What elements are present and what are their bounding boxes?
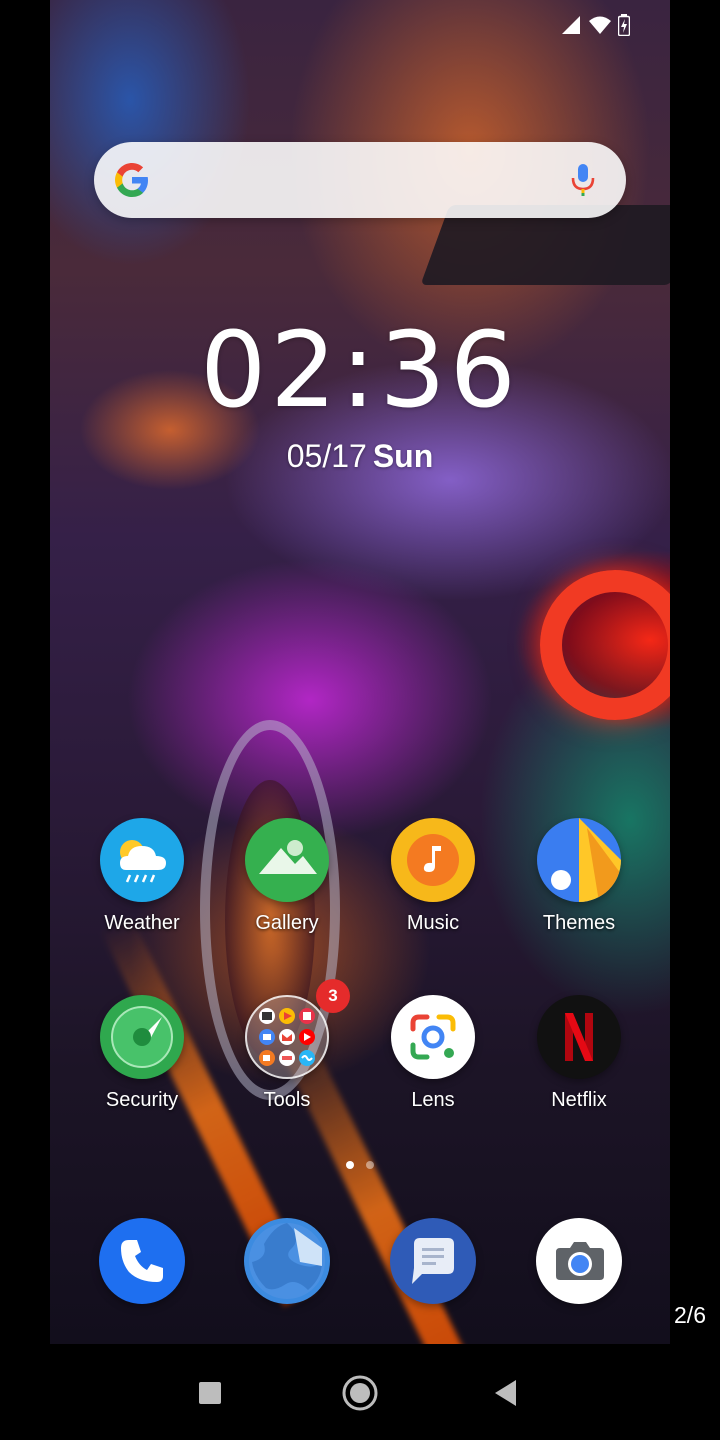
app-weather[interactable]: Weather bbox=[77, 818, 207, 935]
app-netflix[interactable]: Netflix bbox=[514, 995, 644, 1112]
app-security[interactable]: Security bbox=[77, 995, 207, 1112]
recents-button[interactable] bbox=[198, 1381, 222, 1410]
tools-folder-icon bbox=[245, 995, 329, 1079]
cell-signal-icon bbox=[562, 16, 580, 34]
app-music[interactable]: Music bbox=[368, 818, 498, 935]
camera-icon bbox=[536, 1218, 622, 1304]
weather-icon bbox=[100, 818, 184, 902]
status-bar bbox=[560, 14, 630, 36]
app-lens[interactable]: Lens bbox=[368, 995, 498, 1112]
image-counter: 2/6 bbox=[674, 1302, 706, 1328]
app-label: Weather bbox=[104, 912, 180, 934]
date-text: 05/17 bbox=[286, 438, 367, 474]
google-search-bar[interactable] bbox=[94, 142, 626, 218]
app-label: Netflix bbox=[551, 1089, 607, 1111]
google-g-icon bbox=[115, 163, 148, 197]
netflix-icon bbox=[537, 995, 621, 1079]
messages-icon bbox=[390, 1218, 476, 1304]
microphone-icon[interactable] bbox=[570, 162, 596, 198]
dock-browser[interactable] bbox=[222, 1218, 352, 1304]
app-label: Themes bbox=[542, 912, 616, 934]
music-icon bbox=[391, 818, 475, 902]
dock-phone[interactable] bbox=[77, 1218, 207, 1304]
home-circle-icon bbox=[342, 1375, 378, 1411]
square-icon bbox=[199, 1382, 221, 1404]
navigation-bar bbox=[0, 1344, 720, 1440]
page-indicator bbox=[50, 1161, 670, 1169]
clock-date[interactable]: 05/17 Sun bbox=[50, 436, 670, 476]
lens-icon bbox=[391, 995, 475, 1079]
page-dot bbox=[366, 1161, 374, 1169]
dock-camera[interactable] bbox=[514, 1218, 644, 1304]
phone-icon bbox=[99, 1218, 185, 1304]
notification-badge: 3 bbox=[316, 979, 350, 1013]
app-label: Lens bbox=[411, 1089, 455, 1111]
app-label: Tools bbox=[263, 1089, 311, 1111]
themes-icon bbox=[537, 818, 621, 902]
weekday-text: Sun bbox=[372, 438, 434, 474]
battery-charging-icon bbox=[618, 14, 630, 36]
back-button[interactable] bbox=[494, 1379, 518, 1412]
dock-messages[interactable] bbox=[368, 1218, 498, 1304]
home-button[interactable] bbox=[341, 1374, 379, 1417]
page-dot-active bbox=[346, 1161, 354, 1169]
clock-time[interactable]: 02:36 bbox=[50, 310, 670, 430]
app-label: Security bbox=[105, 1089, 179, 1111]
app-gallery[interactable]: Gallery bbox=[222, 818, 352, 935]
app-label: Music bbox=[406, 912, 460, 934]
app-label: Gallery bbox=[255, 912, 319, 934]
security-icon bbox=[100, 995, 184, 1079]
app-tools-folder[interactable]: 3 Tools bbox=[222, 979, 352, 1112]
wifi-icon bbox=[589, 16, 611, 34]
app-themes[interactable]: Themes bbox=[514, 818, 644, 935]
browser-icon bbox=[244, 1218, 330, 1304]
wallpaper-taillight bbox=[540, 570, 670, 720]
back-triangle-icon bbox=[495, 1380, 516, 1406]
home-screen: 02:36 05/17 Sun Weather Gallery Music Th… bbox=[50, 0, 670, 1344]
gallery-icon bbox=[245, 818, 329, 902]
